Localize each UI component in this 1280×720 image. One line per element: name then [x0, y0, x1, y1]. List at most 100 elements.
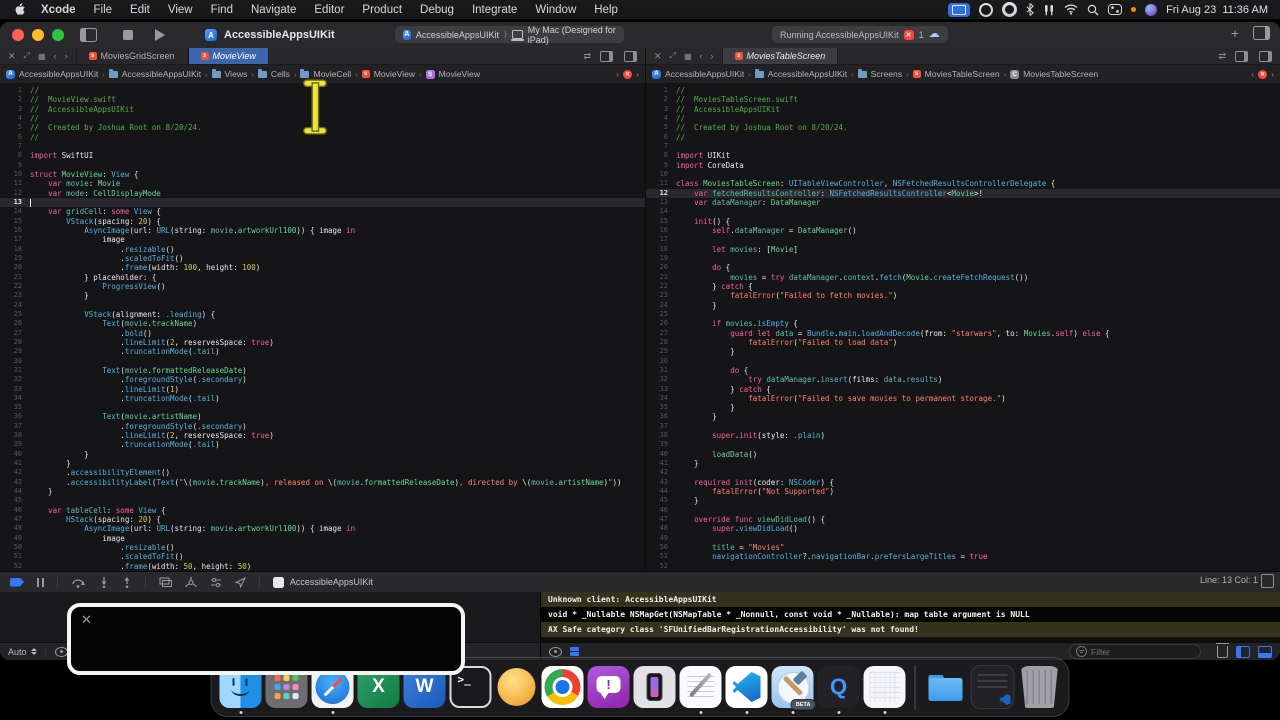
code-line-5[interactable]: 5// Created by Joshua Root on 8/20/24.: [646, 123, 1280, 132]
breadcrumb-item[interactable]: AccessibleAppsUIKit: [108, 68, 201, 79]
console-toggle-icon[interactable]: [1258, 645, 1272, 658]
code-line-37[interactable]: 37: [646, 422, 1280, 431]
menu-item-product[interactable]: Product: [353, 4, 411, 16]
menu-item-editor[interactable]: Editor: [305, 4, 353, 16]
inspector-toggle-icon[interactable]: [1253, 26, 1270, 40]
code-line-24[interactable]: 24 }: [646, 301, 1280, 310]
code-line-36[interactable]: 36 }: [646, 412, 1280, 421]
code-line-13[interactable]: 13 var dataManager: DataManager: [646, 198, 1280, 207]
console-log-line[interactable]: void * _Nullable NSMapGet(NSMapTable * _…: [541, 607, 1280, 622]
code-line-45[interactable]: 45: [0, 496, 645, 505]
code-line-44[interactable]: 44 }: [0, 487, 645, 496]
breadcrumb-item[interactable]: Views: [211, 68, 247, 79]
code-line-49[interactable]: 49: [646, 534, 1280, 543]
menu-item-window[interactable]: Window: [526, 4, 585, 16]
code-line-38[interactable]: 38 .lineLimit(2, reservesSpace: true): [0, 431, 645, 440]
code-line-48[interactable]: 48 AsyncImage(url: URL(string: movie.art…: [0, 524, 645, 533]
breadcrumb-item[interactable]: Screens: [857, 68, 902, 79]
code-line-44[interactable]: 44 fatalError("Not Supported"): [646, 487, 1280, 496]
code-line-8[interactable]: 8 import SwiftUI: [0, 151, 645, 160]
split-editor-icon[interactable]: [1235, 50, 1248, 62]
code-line-46[interactable]: 46: [646, 506, 1280, 515]
code-line-3[interactable]: 3// AccessibleAppsUIKit: [646, 105, 1280, 114]
dock-item-simulator[interactable]: [863, 666, 906, 714]
clear-console-icon[interactable]: [1216, 643, 1229, 658]
dock-item-chrome[interactable]: [541, 666, 584, 708]
code-line-37[interactable]: 37 .foregroundStyle(.secondary): [0, 422, 645, 431]
simulate-location-icon[interactable]: [234, 576, 246, 588]
code-line-9[interactable]: 9: [0, 161, 645, 170]
next-issue-icon[interactable]: ›: [636, 69, 639, 79]
code-line-51[interactable]: 51 .scaledToFit(): [0, 552, 645, 561]
console-eye-icon[interactable]: [549, 646, 562, 657]
add-editor-icon[interactable]: [1259, 50, 1272, 62]
code-line-12[interactable]: 12 var mode: CellDisplayMode: [0, 189, 645, 198]
code-line-34[interactable]: 34 fatalError("Failed to save movies to …: [646, 394, 1280, 403]
code-line-26[interactable]: 26 if movies.isEmpty {: [646, 319, 1280, 328]
code-line-45[interactable]: 45 }: [646, 496, 1280, 505]
code-line-52[interactable]: 52 .frame(width: 50, height: 50): [0, 562, 645, 571]
screen-mirroring-icon[interactable]: [948, 2, 971, 17]
dock-item-textedit[interactable]: [679, 666, 722, 714]
airpods-icon[interactable]: [1043, 3, 1055, 17]
code-line-46[interactable]: 46 var tableCell: some View {: [0, 506, 645, 515]
code-line-23[interactable]: 23 fatalError("Failed to fetch movies."): [646, 291, 1280, 300]
expand-editor-icon[interactable]: ⤢: [670, 51, 676, 61]
code-line-28[interactable]: 28 .lineLimit(2, reservesSpace: true): [0, 338, 645, 347]
wifi-icon[interactable]: [1064, 3, 1078, 17]
code-line-43[interactable]: 43 required init(coder: NSCoder) {: [646, 478, 1280, 487]
issue-badge-icon[interactable]: ✕: [623, 69, 633, 79]
stop-button[interactable]: [123, 30, 133, 40]
code-line-23[interactable]: 23 }: [0, 291, 645, 300]
back-icon[interactable]: ‹: [700, 51, 703, 61]
minimap-icon[interactable]: ▦: [38, 52, 46, 61]
code-line-20[interactable]: 20 .frame(width: 100, height: 100): [0, 263, 645, 272]
close-editor-icon[interactable]: ✕: [654, 51, 662, 62]
breadcrumb-item[interactable]: C MoviesTableScreen: [1010, 69, 1098, 79]
console-view[interactable]: Unknown client: AccessibleAppsUIKit void …: [541, 592, 1280, 660]
breadcrumb-item[interactable]: A AccessibleAppsUIKit: [6, 69, 98, 79]
code-line-28[interactable]: 28 fatalError("Failed to load data"): [646, 338, 1280, 347]
code-line-11[interactable]: 11 var movie: Movie: [0, 179, 645, 188]
navigator-toggle-icon[interactable]: [80, 28, 97, 42]
step-into-icon[interactable]: [99, 576, 109, 588]
breadcrumb-item[interactable]: S MovieView: [425, 69, 480, 79]
control-center-icon[interactable]: [1108, 3, 1123, 17]
code-line-6[interactable]: 6//: [646, 133, 1280, 142]
menu-clock[interactable]: Fri Aug 23 11:36 AM: [1166, 4, 1268, 16]
code-line-50[interactable]: 50 title = "Movies": [646, 543, 1280, 552]
code-line-33[interactable]: 33 } catch {: [646, 385, 1280, 394]
code-line-15[interactable]: 15 VStack(spacing: 20) {: [0, 217, 645, 226]
breadcrumb-item[interactable]: AccessibleAppsUIKit: [754, 68, 847, 79]
code-line-42[interactable]: 42: [646, 468, 1280, 477]
back-icon[interactable]: ‹: [54, 51, 57, 61]
jump-bar-right[interactable]: A AccessibleAppsUIKit › AccessibleAppsUIKit…: [646, 65, 1280, 84]
code-line-51[interactable]: 51 navigationController?.navigationBar.p…: [646, 552, 1280, 561]
code-line-30[interactable]: 30: [0, 357, 645, 366]
code-line-8[interactable]: 8 import UIKit: [646, 151, 1280, 160]
minimize-window-button[interactable]: [32, 29, 44, 41]
menu-item-edit[interactable]: Edit: [121, 4, 159, 16]
code-line-47[interactable]: 47 HStack(spacing: 20) {: [0, 515, 645, 524]
spotlight-icon[interactable]: [1087, 3, 1099, 17]
code-line-19[interactable]: 19: [646, 254, 1280, 263]
run-button[interactable]: [155, 29, 165, 41]
code-line-27[interactable]: 27 .bold(): [0, 329, 645, 338]
code-line-17[interactable]: 17 image: [0, 235, 645, 244]
editor-tab-movieview[interactable]: s MovieView: [187, 48, 269, 64]
dock-item-iphone-mirroring[interactable]: [633, 666, 676, 708]
console-log-line[interactable]: Unknown client: AccessibleAppsUIKit: [541, 592, 1280, 607]
recording-overlay-panel[interactable]: ✕: [67, 603, 465, 675]
close-icon[interactable]: ✕: [81, 613, 92, 626]
breakpoints-toggle-icon[interactable]: [10, 577, 24, 587]
code-line-47[interactable]: 47 override func viewDidLoad() {: [646, 515, 1280, 524]
menu-item-file[interactable]: File: [85, 4, 122, 16]
code-line-40[interactable]: 40 }: [0, 450, 645, 459]
code-line-22[interactable]: 22 ProgressView(): [0, 282, 645, 291]
code-line-18[interactable]: 18 let movies: [Movie]: [646, 245, 1280, 254]
code-line-31[interactable]: 31 Text(movie.formattedReleaseDate): [0, 366, 645, 375]
code-line-33[interactable]: 33 .lineLimit(1): [0, 385, 645, 394]
code-line-10[interactable]: 10: [646, 170, 1280, 179]
code-line-16[interactable]: 16 AsyncImage(url: URL(string: movie.art…: [0, 226, 645, 235]
close-editor-icon[interactable]: ✕: [8, 51, 16, 62]
